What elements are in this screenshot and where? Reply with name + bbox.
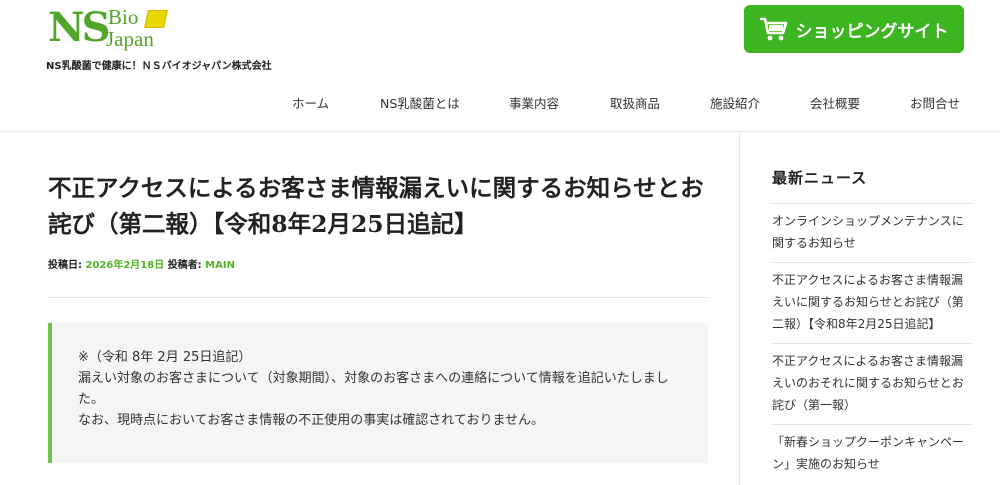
news-item[interactable]: 不正アクセスによるお客さま情報漏えいに関するお知らせとお詫び（第二報）【令和8年… — [772, 262, 972, 343]
sidebar-title: 最新ニュース — [772, 169, 868, 187]
site-tagline: NS乳酸菌で健康に！ＮＳバイオジャパン株式会社 — [46, 61, 272, 72]
content-divider — [48, 297, 708, 298]
author-link[interactable]: MAIN — [205, 260, 235, 271]
logo-japan-text: Japan — [106, 27, 154, 51]
notice-line-1: ※（令和 8年 2月 25日追記） — [78, 350, 252, 365]
notice-line-3: なお、現時点においてお客さま情報の不正使用の事実は確認されておりません。 — [78, 413, 545, 428]
nav-item-home[interactable]: ホーム — [292, 93, 329, 112]
nav-item-about-ns[interactable]: NS乳酸菌とは — [380, 93, 460, 112]
logo-bio-text: Bio — [108, 5, 139, 29]
article-title: 不正アクセスによるお客さま情報漏えいに関するお知らせとお詫び（第二報）【令和8年… — [48, 174, 704, 238]
logo-ns-text: NS — [48, 4, 110, 51]
news-item[interactable]: 不正アクセスによるお客さま情報漏えいのおそれに関するお知らせとお詫び（第一報） — [772, 343, 972, 424]
update-notice-box: ※（令和 8年 2月 25日追記） 漏えい対象のお客さまについて（対象期間）、対… — [48, 323, 708, 463]
notice-line-2: 漏えい対象のお客さまについて（対象期間）、対象のお客さまへの連絡について情報を追… — [78, 371, 669, 407]
news-item[interactable]: 「新春ショップクーポンキャンペーン」実施のお知らせ — [772, 424, 972, 483]
posted-date-link[interactable]: 2026年2月18日 — [85, 260, 164, 271]
sidebar-divider — [739, 132, 740, 485]
logo-cube-icon — [144, 10, 168, 28]
cart-icon — [759, 17, 787, 41]
posted-label: 投稿日: — [48, 260, 82, 271]
nav-item-contact[interactable]: お問合せ — [910, 93, 960, 112]
news-item[interactable]: オンラインショップメンテナンスに関するお知らせ — [772, 203, 972, 262]
nav-item-facilities[interactable]: 施設紹介 — [710, 93, 760, 112]
main-content: 不正アクセスによるお客さま情報漏えいに関するお知らせとお詫び（第二報）【令和8年… — [48, 132, 708, 485]
nav-item-company[interactable]: 会社概要 — [810, 93, 860, 112]
shopping-site-button[interactable]: ショッピングサイト — [744, 5, 964, 53]
shopping-site-label: ショッピングサイト — [795, 21, 949, 42]
news-list: オンラインショップメンテナンスに関するお知らせ 不正アクセスによるお客さま情報漏… — [772, 203, 972, 483]
site-header: NS Bio Japan NS乳酸菌で健康に！ＮＳバイオジャパン株式会社 ショッ… — [0, 0, 1000, 132]
nav-item-products[interactable]: 取扱商品 — [610, 93, 660, 112]
article-meta: 投稿日: 2026年2月18日 投稿者: MAIN — [48, 256, 235, 271]
author-label: 投稿者: — [167, 260, 202, 271]
nav-item-business[interactable]: 事業内容 — [509, 93, 559, 112]
site-logo[interactable]: NS Bio Japan — [48, 4, 178, 54]
